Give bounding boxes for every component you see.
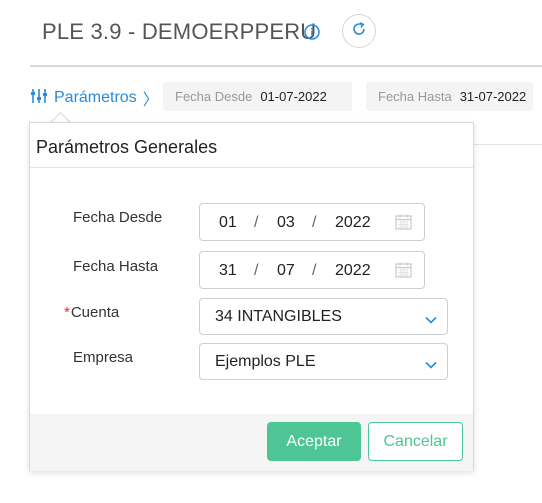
cuenta-value: 34 INTANGIBLES bbox=[215, 308, 342, 325]
calendar-icon[interactable] bbox=[395, 214, 412, 230]
fecha-hasta-pill-label: Fecha Hasta bbox=[378, 89, 452, 104]
empresa-select[interactable]: Ejemplos PLE bbox=[199, 343, 448, 380]
fecha-hasta-day[interactable]: 31 bbox=[219, 262, 237, 280]
parametros-link[interactable]: Parámetros 〉 bbox=[30, 86, 159, 110]
fecha-desde-day[interactable]: 01 bbox=[219, 214, 237, 232]
content-divider bbox=[474, 144, 542, 145]
fecha-desde-pill-value: 01-07-2022 bbox=[260, 89, 327, 104]
cuenta-select[interactable]: 34 INTANGIBLES bbox=[199, 298, 448, 335]
chevron-down-icon bbox=[425, 312, 437, 324]
fecha-hasta-year[interactable]: 2022 bbox=[335, 262, 371, 280]
date-separator: / bbox=[312, 214, 317, 231]
popover-footer: Aceptar Cancelar bbox=[30, 414, 473, 471]
fecha-hasta-field[interactable]: 31 / 07 / 2022 bbox=[199, 251, 425, 289]
fecha-desde-field[interactable]: 01 / 03 / 2022 bbox=[199, 203, 425, 241]
fecha-desde-year[interactable]: 2022 bbox=[335, 214, 371, 232]
parametros-popover: Parámetros Generales Fecha Desde 01 / 03… bbox=[29, 122, 474, 471]
empresa-label: Empresa bbox=[73, 349, 134, 366]
parametros-label: Parámetros bbox=[54, 89, 137, 106]
popover-title: Parámetros Generales bbox=[36, 137, 218, 157]
chevron-right-icon: 〉 bbox=[142, 92, 159, 109]
refresh-button[interactable] bbox=[342, 14, 376, 48]
cancel-button[interactable]: Cancelar bbox=[368, 422, 463, 461]
accept-button[interactable]: Aceptar bbox=[267, 422, 361, 461]
header-divider bbox=[30, 65, 542, 67]
required-mark: * bbox=[64, 304, 70, 321]
date-separator: / bbox=[254, 214, 259, 231]
fecha-hasta-pill-value: 31-07-2022 bbox=[459, 89, 527, 104]
fecha-desde-label: Fecha Desde bbox=[73, 209, 163, 226]
sliders-icon bbox=[30, 87, 48, 110]
calendar-icon[interactable] bbox=[395, 262, 412, 278]
fecha-desde-month[interactable]: 03 bbox=[277, 214, 295, 232]
fecha-desde-pill-label: Fecha Desde bbox=[175, 89, 253, 104]
date-separator: / bbox=[254, 262, 259, 279]
app-title: PLE 3.9 - DEMOERPPERU bbox=[42, 19, 317, 44]
date-separator: / bbox=[312, 262, 317, 279]
fecha-hasta-month[interactable]: 07 bbox=[277, 262, 295, 280]
info-circle-icon[interactable] bbox=[304, 24, 320, 40]
fecha-hasta-pill: Fecha Hasta 31-07-2022 bbox=[366, 82, 533, 111]
refresh-icon bbox=[351, 21, 367, 42]
empresa-value: Ejemplos PLE bbox=[215, 353, 316, 370]
fecha-desde-pill: Fecha Desde 01-07-2022 bbox=[163, 82, 352, 111]
cuenta-label: *Cuenta bbox=[64, 304, 119, 321]
fecha-hasta-label: Fecha Hasta bbox=[73, 258, 159, 275]
cuenta-label-text: Cuenta bbox=[70, 304, 120, 321]
popover-title-divider bbox=[30, 167, 473, 168]
chevron-down-icon bbox=[425, 357, 437, 369]
